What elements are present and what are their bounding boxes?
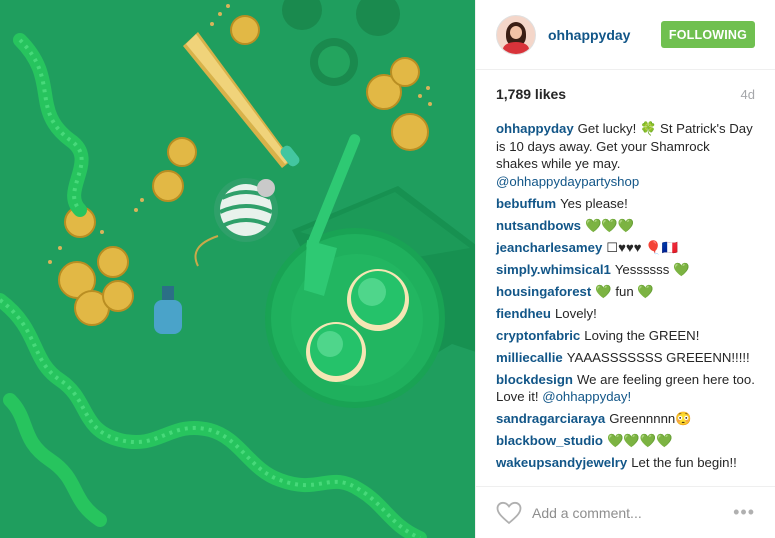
comment-text: Yessssss 💚 <box>614 261 690 277</box>
comment: fiendheu Lovely! <box>496 305 755 323</box>
comment: milliecallie YAAASSSSSSS GREEENN!!!!! <box>496 349 755 367</box>
comment-mention[interactable]: @ohhappyday! <box>542 389 631 404</box>
comment-username[interactable]: wakeupsandyjewelry <box>496 455 627 470</box>
comment-text: ☐♥♥♥ 🎈🇫🇷 <box>606 239 679 255</box>
comment-bar: Add a comment... ••• <box>476 486 775 538</box>
caption-mention[interactable]: @ohhappydaypartyshop <box>496 174 639 189</box>
comment: blockdesign We are feeling green here too… <box>496 371 755 406</box>
post-header: ohhappyday FOLLOWING <box>476 0 775 70</box>
comment: wakeupsandyjewelry Let the fun begin!! <box>496 454 755 472</box>
post-username[interactable]: ohhappyday <box>548 27 630 43</box>
comment-text: 💚💚💚 <box>585 217 635 233</box>
st-patricks-party-photo <box>0 0 475 538</box>
comment-username[interactable]: fiendheu <box>496 306 551 321</box>
caption: ohhappyday Get lucky! 🍀 St Patrick's Day … <box>496 120 755 190</box>
comment-username[interactable]: blackbow_studio <box>496 433 603 448</box>
comment-text: Let the fun begin!! <box>631 455 737 470</box>
comment: blackbow_studio 💚💚💚💚 <box>496 432 755 450</box>
likes-count[interactable]: 1,789 likes <box>496 86 566 102</box>
heart-icon[interactable] <box>496 501 522 525</box>
comment-username[interactable]: nutsandbows <box>496 218 581 233</box>
comment: cryptonfabric Loving the GREEN! <box>496 327 755 345</box>
post-age[interactable]: 4d <box>741 87 755 102</box>
comment: jeancharlesamey ☐♥♥♥ 🎈🇫🇷 <box>496 239 755 257</box>
following-button[interactable]: FOLLOWING <box>661 21 755 48</box>
comment-username[interactable]: cryptonfabric <box>496 328 580 343</box>
comments-list: ohhappyday Get lucky! 🍀 St Patrick's Day … <box>476 118 775 472</box>
more-options-icon[interactable]: ••• <box>733 502 755 523</box>
comment: nutsandbows 💚💚💚 <box>496 217 755 235</box>
comment-username[interactable]: jeancharlesamey <box>496 240 602 255</box>
comment: sandragarciaraya Greennnnn😳 <box>496 410 755 428</box>
comment-text: Greennnnn😳 <box>609 411 692 426</box>
comment-text: 💚💚💚💚 <box>606 433 673 448</box>
post-stats: 1,789 likes 4d <box>476 70 775 118</box>
comment-username[interactable]: simply.whimsical1 <box>496 262 611 277</box>
post-photo[interactable] <box>0 0 475 538</box>
comment: housingaforest 💚 fun 💚 <box>496 283 755 301</box>
comment-text: Yes please! <box>560 195 628 211</box>
comment-text: Lovely! <box>554 305 597 321</box>
comment-text: YAAASSSSSSS GREEENN!!!!! <box>566 349 750 365</box>
comment-text: 💚 fun 💚 <box>595 283 654 299</box>
comment: bebuffum Yes please! <box>496 195 755 213</box>
comment-username[interactable]: sandragarciaraya <box>496 411 605 426</box>
comment-username[interactable]: bebuffum <box>496 196 556 211</box>
comment-username[interactable]: blockdesign <box>496 372 573 387</box>
avatar[interactable] <box>496 14 536 55</box>
post-sidebar: ohhappyday FOLLOWING 1,789 likes 4d ohha… <box>475 0 775 538</box>
comment-username[interactable]: milliecallie <box>496 350 563 365</box>
post-modal: ohhappyday FOLLOWING 1,789 likes 4d ohha… <box>0 0 775 538</box>
add-comment-input[interactable]: Add a comment... <box>532 505 642 521</box>
comment-username[interactable]: housingaforest <box>496 284 591 299</box>
caption-username[interactable]: ohhappyday <box>496 121 574 136</box>
comment-text: Loving the GREEN! <box>584 327 700 343</box>
comment: simply.whimsical1 Yessssss 💚 <box>496 261 755 279</box>
